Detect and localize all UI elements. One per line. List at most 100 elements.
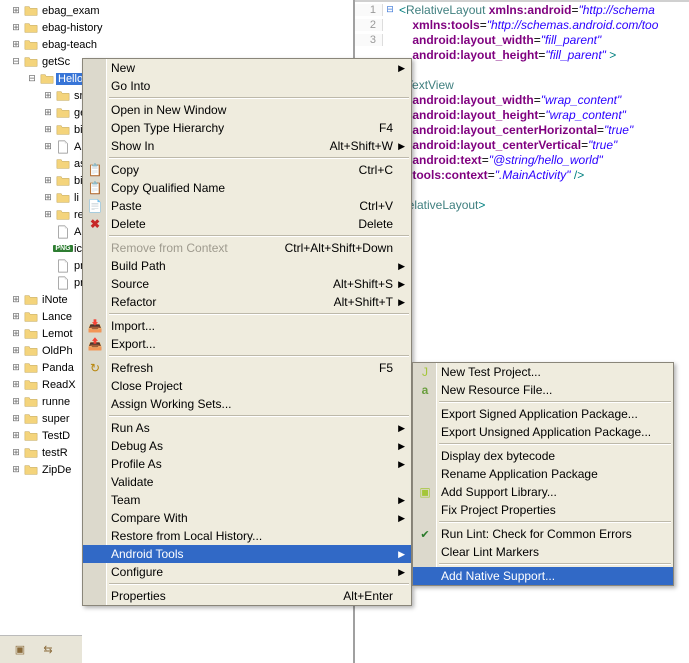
expand-toggle[interactable]	[8, 294, 24, 305]
menu-item[interactable]: 📄PasteCtrl+V	[83, 197, 411, 215]
expand-toggle[interactable]	[24, 73, 40, 84]
submenu-arrow-icon: ▶	[398, 63, 405, 74]
copy-icon: 📋	[87, 180, 103, 196]
menu-item[interactable]: Open Type HierarchyF4	[83, 119, 411, 137]
code-line[interactable]: 1⊟<RelativeLayout xmlns:android="http://…	[355, 2, 689, 17]
menu-item[interactable]: Build Path▶	[83, 257, 411, 275]
folder-icon	[24, 463, 38, 477]
menu-label: Go Into	[111, 79, 411, 93]
expand-toggle[interactable]	[40, 124, 56, 135]
menu-item[interactable]: Team▶	[83, 491, 411, 509]
menu-item[interactable]: Fix Project Properties	[413, 501, 673, 519]
menu-label: Copy	[111, 163, 359, 177]
menu-item[interactable]: 📋CopyCtrl+C	[83, 161, 411, 179]
menu-item[interactable]: ▣Add Support Library...	[413, 483, 673, 501]
submenu-arrow-icon: ▶	[398, 549, 405, 560]
expand-toggle[interactable]	[8, 379, 24, 390]
context-menu[interactable]: New▶ Go Into Open in New Window Open Type H…	[82, 58, 412, 606]
menu-item[interactable]: RefactorAlt+Shift+T▶	[83, 293, 411, 311]
menu-item[interactable]: Assign Working Sets...	[83, 395, 411, 413]
menu-item[interactable]: 📥Import...	[83, 317, 411, 335]
folder-icon	[56, 208, 70, 222]
expand-toggle[interactable]	[8, 56, 24, 67]
menu-item[interactable]: Add Native Support...	[413, 567, 673, 585]
tree-item[interactable]: ebag-teach	[6, 36, 353, 53]
expand-toggle[interactable]	[8, 5, 24, 16]
menu-item[interactable]: Open in New Window	[83, 101, 411, 119]
menu-item[interactable]: Restore from Local History...	[83, 527, 411, 545]
expand-toggle[interactable]	[40, 90, 56, 101]
menu-item[interactable]: Profile As▶	[83, 455, 411, 473]
menu-item[interactable]: ✖DeleteDelete	[83, 215, 411, 233]
menu-label: Compare With	[111, 511, 411, 525]
tree-label: ZipDe	[40, 464, 73, 476]
tree-item[interactable]: ebag_exam	[6, 2, 353, 19]
expand-toggle[interactable]	[8, 396, 24, 407]
expand-toggle[interactable]	[8, 464, 24, 475]
expand-toggle[interactable]	[8, 22, 24, 33]
menu-item[interactable]: Close Project	[83, 377, 411, 395]
menu-item[interactable]: Android Tools▶	[83, 545, 411, 563]
line-number: 1	[355, 4, 383, 16]
expand-toggle[interactable]	[40, 192, 56, 203]
menu-label: Add Native Support...	[441, 569, 673, 583]
submenu-arrow-icon: ▶	[398, 141, 405, 152]
expand-toggle[interactable]	[8, 39, 24, 50]
menu-item[interactable]: Configure▶	[83, 563, 411, 581]
menu-item[interactable]: 📋Copy Qualified Name	[83, 179, 411, 197]
expand-toggle[interactable]	[8, 430, 24, 441]
menu-shortcut: Delete	[358, 217, 411, 231]
menu-item[interactable]: Rename Application Package	[413, 465, 673, 483]
expand-toggle[interactable]	[40, 175, 56, 186]
view-toolbar: ▣ ⇆	[0, 635, 82, 663]
expand-toggle[interactable]	[40, 141, 56, 152]
menu-item[interactable]: Validate	[83, 473, 411, 491]
expand-toggle[interactable]	[8, 328, 24, 339]
menu-item[interactable]: Compare With▶	[83, 509, 411, 527]
code-line[interactable]: 3 android:layout_width="fill_parent"	[355, 32, 689, 47]
folder-icon	[24, 38, 38, 52]
menu-item[interactable]: Export Signed Application Package...	[413, 405, 673, 423]
menu-label: New Test Project...	[441, 365, 673, 379]
link-editor-icon[interactable]: ⇆	[38, 640, 58, 660]
menu-item[interactable]: Clear Lint Markers	[413, 543, 673, 561]
menu-label: Import...	[111, 319, 411, 333]
tree-label: TestD	[40, 430, 72, 442]
expand-toggle[interactable]	[8, 362, 24, 373]
expand-toggle[interactable]	[8, 413, 24, 424]
menu-item[interactable]: PropertiesAlt+Enter	[83, 587, 411, 605]
code-content: android:layout_width="wrap_content"	[397, 93, 621, 107]
submenu-arrow-icon: ▶	[398, 513, 405, 524]
menu-label: Paste	[111, 199, 359, 213]
menu-item[interactable]: Debug As▶	[83, 437, 411, 455]
menu-label: Open in New Window	[111, 103, 411, 117]
submenu-arrow-icon: ▶	[398, 297, 405, 308]
expand-toggle[interactable]	[8, 447, 24, 458]
menu-item[interactable]: aNew Resource File...	[413, 381, 673, 399]
fold-icon[interactable]: ⊟	[383, 4, 397, 15]
expand-toggle[interactable]	[40, 209, 56, 220]
menu-item[interactable]: 📤Export...	[83, 335, 411, 353]
menu-item[interactable]: Export Unsigned Application Package...	[413, 423, 673, 441]
menu-item[interactable]: Show InAlt+Shift+W▶	[83, 137, 411, 155]
menu-item[interactable]: ↻RefreshF5	[83, 359, 411, 377]
code-content: android:layout_centerHorizontal="true"	[397, 123, 633, 137]
menu-item[interactable]: Run As▶	[83, 419, 411, 437]
collapse-all-icon[interactable]: ▣	[10, 640, 30, 660]
folder-icon	[24, 21, 38, 35]
code-line[interactable]: 2 xmlns:tools="http://schemas.android.co…	[355, 17, 689, 32]
expand-toggle[interactable]	[8, 311, 24, 322]
tree-item[interactable]: ebag-history	[6, 19, 353, 36]
menu-shortcut: Ctrl+C	[359, 163, 411, 177]
android-tools-submenu[interactable]: JNew Test Project...aNew Resource File..…	[412, 362, 674, 586]
menu-label: Delete	[111, 217, 358, 231]
menu-item[interactable]: Go Into	[83, 77, 411, 95]
menu-item[interactable]: SourceAlt+Shift+S▶	[83, 275, 411, 293]
android-icon: ▣	[417, 484, 433, 500]
menu-item[interactable]: New▶	[83, 59, 411, 77]
menu-item[interactable]: Display dex bytecode	[413, 447, 673, 465]
menu-item[interactable]: ✔Run Lint: Check for Common Errors	[413, 525, 673, 543]
expand-toggle[interactable]	[8, 345, 24, 356]
expand-toggle[interactable]	[40, 107, 56, 118]
menu-item[interactable]: JNew Test Project...	[413, 363, 673, 381]
